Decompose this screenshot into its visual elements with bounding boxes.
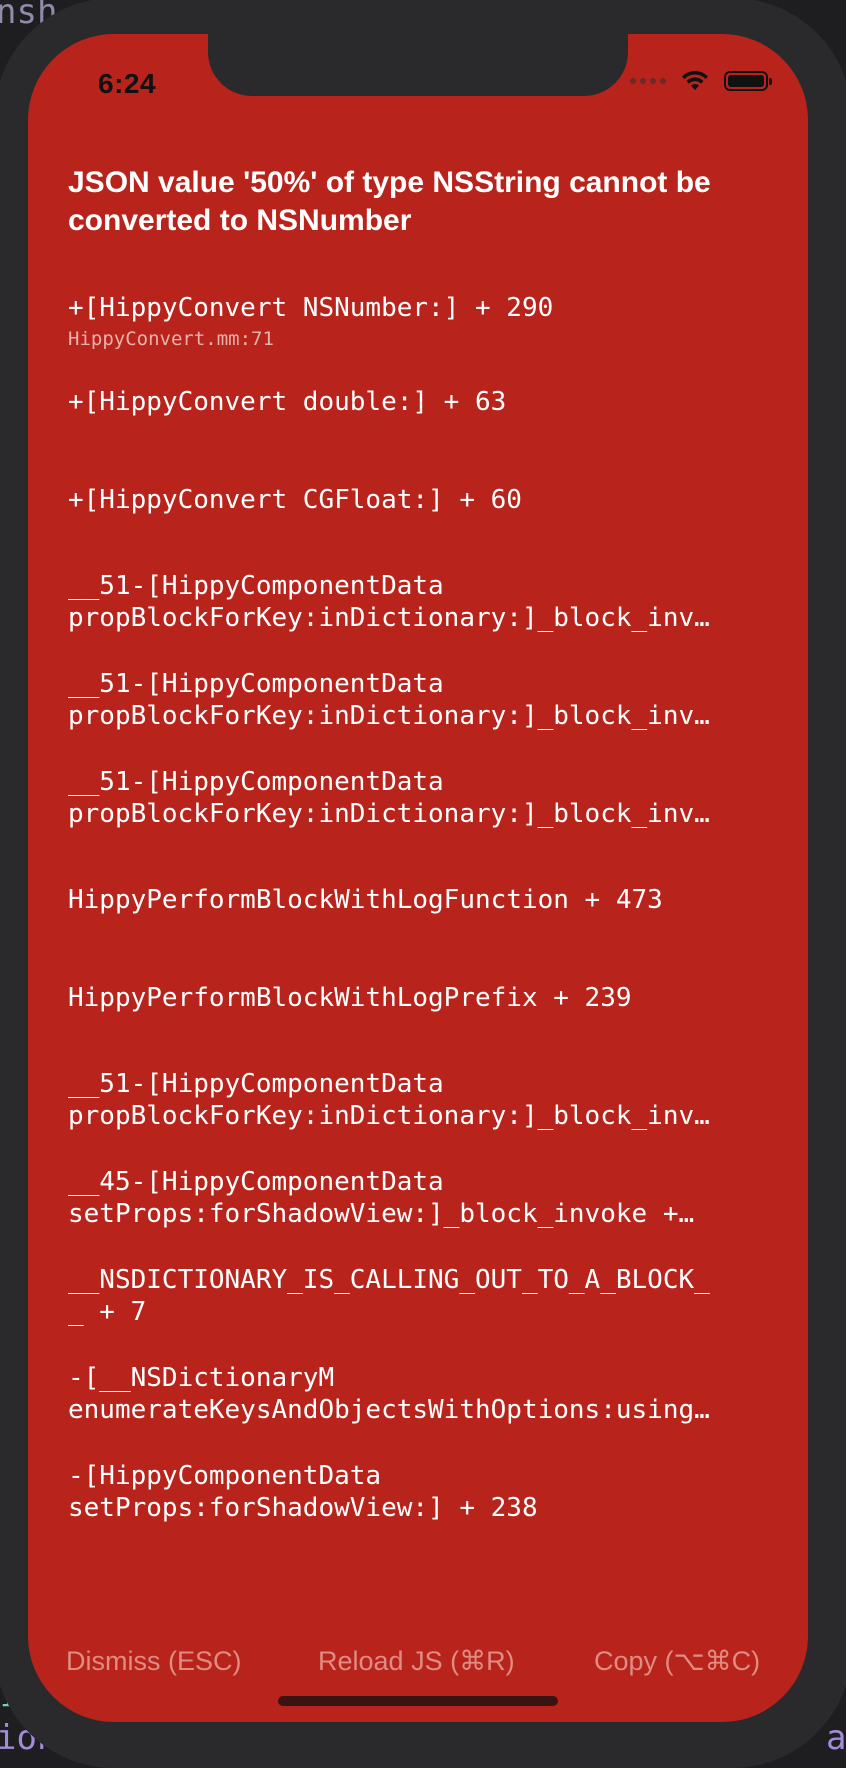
stack-trace: +[HippyConvert NSNumber:] + 290 HippyConv… bbox=[68, 292, 768, 1524]
stack-frame-method: _ + 7 bbox=[68, 1297, 147, 1327]
stack-frame[interactable]: HippyPerformBlockWithLogPrefix + 239 bbox=[68, 982, 768, 1014]
stack-frame-method: +[HippyConvert NSNumber:] + 290 bbox=[68, 293, 554, 323]
stack-frame-method: +[HippyConvert CGFloat:] + 60 bbox=[68, 485, 522, 515]
device-notch bbox=[208, 34, 628, 96]
phone-frame: 6:24 JSON value '50%' of type NSString c… bbox=[0, 0, 846, 1768]
stack-frame[interactable]: __51-[HippyComponentData propBlockForKey:… bbox=[68, 570, 768, 634]
reload-js-button[interactable]: Reload JS (⌘R) bbox=[318, 1646, 515, 1677]
stack-frame-method: -[__NSDictionaryM bbox=[68, 1363, 335, 1393]
error-message: JSON value '50%' of type NSString cannot… bbox=[68, 166, 711, 237]
redbox-action-bar: Dismiss (ESC) Reload JS (⌘R) Copy (⌥⌘C) bbox=[28, 1646, 808, 1694]
stack-frame-method: __51-[HippyComponentData bbox=[68, 571, 444, 601]
stack-frame-method: __NSDICTIONARY_IS_CALLING_OUT_TO_A_BLOCK… bbox=[68, 1265, 710, 1295]
stack-frame-method: __45-[HippyComponentData bbox=[68, 1167, 444, 1197]
stack-frame[interactable]: __51-[HippyComponentData propBlockForKey:… bbox=[68, 668, 768, 732]
redbox-screen: 6:24 JSON value '50%' of type NSString c… bbox=[28, 34, 808, 1722]
redbox-content: JSON value '50%' of type NSString cannot… bbox=[68, 164, 768, 1558]
dismiss-button[interactable]: Dismiss (ESC) bbox=[66, 1646, 242, 1677]
stack-frame-method: __51-[HippyComponentData bbox=[68, 1069, 444, 1099]
stack-frame[interactable]: -[HippyComponentData setProps:forShadowVi… bbox=[68, 1460, 768, 1524]
stack-frame-method: propBlockForKey:inDictionary:]_block_inv… bbox=[68, 799, 710, 829]
stack-frame-method: propBlockForKey:inDictionary:]_block_inv… bbox=[68, 1101, 710, 1131]
stack-frame[interactable]: __45-[HippyComponentData setProps:forShad… bbox=[68, 1166, 768, 1230]
stack-frame[interactable]: HippyPerformBlockWithLogFunction + 473 bbox=[68, 884, 768, 916]
stack-frame[interactable]: -[__NSDictionaryM enumerateKeysAndObjects… bbox=[68, 1362, 768, 1426]
stack-frame[interactable]: +[HippyConvert double:] + 63 bbox=[68, 386, 768, 418]
stack-frame[interactable]: __51-[HippyComponentData propBlockForKey:… bbox=[68, 766, 768, 830]
stack-frame-method: HippyPerformBlockWithLogFunction + 473 bbox=[68, 885, 663, 915]
status-icons bbox=[630, 70, 772, 92]
stack-frame[interactable]: __51-[HippyComponentData propBlockForKey:… bbox=[68, 1068, 768, 1132]
stack-frame-method: __51-[HippyComponentData bbox=[68, 669, 444, 699]
backdrop-editor-text: an bbox=[826, 1718, 846, 1758]
battery-icon bbox=[724, 71, 772, 91]
home-indicator[interactable] bbox=[278, 1696, 558, 1706]
stack-frame-method: HippyPerformBlockWithLogPrefix + 239 bbox=[68, 983, 632, 1013]
copy-button[interactable]: Copy (⌥⌘C) bbox=[594, 1646, 760, 1677]
stack-frame-method: propBlockForKey:inDictionary:]_block_inv… bbox=[68, 701, 710, 731]
stack-frame[interactable]: +[HippyConvert NSNumber:] + 290 HippyConv… bbox=[68, 292, 768, 352]
stack-frame-file: HippyConvert.mm:71 bbox=[68, 328, 274, 350]
status-time: 6:24 bbox=[98, 68, 157, 99]
stack-frame-method: +[HippyConvert double:] + 63 bbox=[68, 387, 507, 417]
stack-frame-method: setProps:forShadowView:] + 238 bbox=[68, 1493, 538, 1523]
stack-frame-method: -[HippyComponentData bbox=[68, 1461, 382, 1491]
stack-frame-method: __51-[HippyComponentData bbox=[68, 767, 444, 797]
stack-frame-method: propBlockForKey:inDictionary:]_block_inv… bbox=[68, 603, 710, 633]
wifi-icon bbox=[682, 70, 708, 90]
stack-frame-method: setProps:forShadowView:]_block_invoke +… bbox=[68, 1199, 695, 1229]
stack-frame-method: enumerateKeysAndObjectsWithOptions:using… bbox=[68, 1395, 710, 1425]
stack-frame[interactable]: +[HippyConvert CGFloat:] + 60 bbox=[68, 484, 768, 516]
stack-frame[interactable]: __NSDICTIONARY_IS_CALLING_OUT_TO_A_BLOCK… bbox=[68, 1264, 768, 1328]
signal-dots-icon bbox=[630, 78, 666, 84]
